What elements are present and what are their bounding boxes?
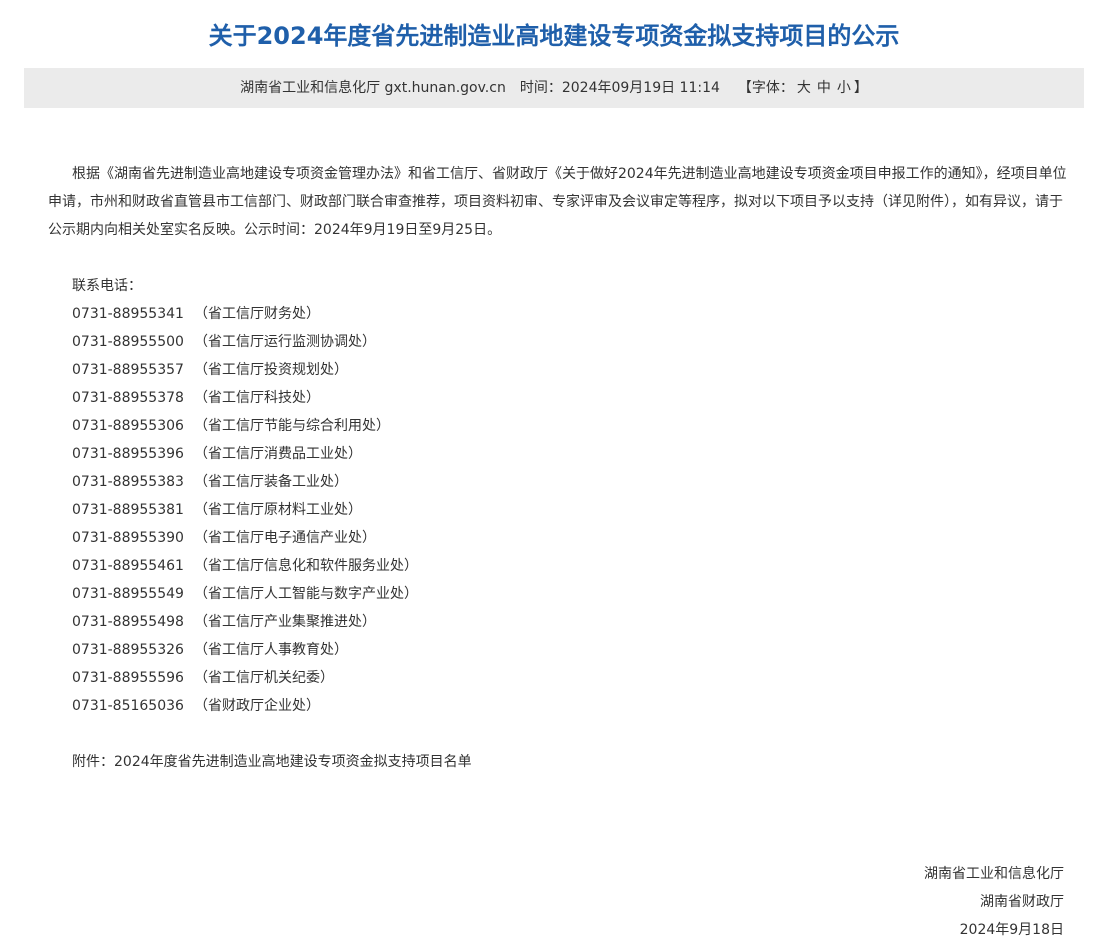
contact-phone: 0731-88955498 [72,614,184,630]
contact-dept: （省财政厅企业处） [193,698,320,714]
contact-dept: （省工信厅人事教育处） [193,642,348,658]
contact-phone: 0731-88955596 [72,670,184,686]
contact-phone: 0731-88955461 [72,558,184,574]
contact-dept: （省工信厅投资规划处） [193,362,348,378]
contact-row: 0731-88955341 （省工信厅财务处） [72,300,872,328]
contact-label: 联系电话： [72,278,142,294]
contact-row: 0731-88955357 （省工信厅投资规划处） [72,356,872,384]
contact-dept: （省工信厅节能与综合利用处） [193,418,390,434]
contact-row: 0731-88955461 （省工信厅信息化和软件服务业处） [72,552,872,580]
contact-phone: 0731-88955396 [72,446,184,462]
contact-dept: （省工信厅消费品工业处） [193,446,362,462]
source-text: 湖南省工业和信息化厅 gxt.hunan.gov.cn [240,80,506,96]
signature-org-1: 湖南省工业和信息化厅 [924,866,1064,882]
contact-dept: （省工信厅人工智能与数字产业处） [193,586,418,602]
contact-row: 0731-85165036 （省财政厅企业处） [72,692,872,720]
font-size-close: 】 [853,80,868,96]
contact-phone: 0731-88955357 [72,362,184,378]
contact-dept: （省工信厅财务处） [193,306,320,322]
contact-row: 0731-88955378 （省工信厅科技处） [72,384,872,412]
contact-row: 0731-88955381 （省工信厅原材料工业处） [72,496,872,524]
contact-list: 联系电话： 0731-88955341 （省工信厅财务处） 0731-889555… [72,272,872,720]
signature-block: 湖南省工业和信息化厅 湖南省财政厅 2024年9月18日 [924,860,1064,944]
contact-phone: 0731-88955326 [72,642,184,658]
contact-row: 0731-88955326 （省工信厅人事教育处） [72,636,872,664]
contact-row: 0731-88955383 （省工信厅装备工业处） [72,468,872,496]
contact-phone: 0731-88955390 [72,530,184,546]
article-paragraph: 根据《湖南省先进制造业高地建设专项资金管理办法》和省工信厅、省财政厅《关于做好2… [48,166,1067,238]
contact-phone: 0731-88955381 [72,502,184,518]
contact-row: 0731-88955596 （省工信厅机关纪委） [72,664,872,692]
publish-time: 2024年09月19日 11:14 [561,80,720,96]
signature-date: 2024年9月18日 [959,922,1064,938]
signature-org-2: 湖南省财政厅 [980,894,1064,910]
contact-row: 0731-88955390 （省工信厅电子通信产业处） [72,524,872,552]
contact-row: 0731-88955549 （省工信厅人工智能与数字产业处） [72,580,872,608]
contact-row: 0731-88955306 （省工信厅节能与综合利用处） [72,412,872,440]
contact-dept: （省工信厅机关纪委） [193,670,334,686]
attachment-line: 附件：2024年度省先进制造业高地建设专项资金拟支持项目名单 [72,748,472,776]
contact-phone: 0731-88955500 [72,334,184,350]
contact-dept: （省工信厅信息化和软件服务业处） [193,558,418,574]
font-size-small-button[interactable]: 小 [834,68,854,108]
contact-row: 0731-88955396 （省工信厅消费品工业处） [72,440,872,468]
page-title: 关于2024年度省先进制造业高地建设专项资金拟支持项目的公示 [208,22,900,50]
contact-dept: （省工信厅电子通信产业处） [193,530,376,546]
contact-phone: 0731-88955378 [72,390,184,406]
attachment-label: 附件： [72,754,114,770]
font-size-open: 【字体： [737,80,794,96]
contact-phone: 0731-88955383 [72,474,184,490]
contact-dept: （省工信厅原材料工业处） [193,502,362,518]
contact-row: 0731-88955500 （省工信厅运行监测协调处） [72,328,872,356]
contact-phone: 0731-85165036 [72,698,184,714]
contact-phone: 0731-88955306 [72,418,184,434]
font-size-large-button[interactable]: 大 [794,68,814,108]
contact-dept: （省工信厅装备工业处） [193,474,348,490]
article-meta-bar: 湖南省工业和信息化厅 gxt.hunan.gov.cn 时间：2024年09月19… [24,68,1084,108]
contact-phone: 0731-88955549 [72,586,184,602]
contact-row: 0731-88955498 （省工信厅产业集聚推进处） [72,608,872,636]
attachment-link[interactable]: 2024年度省先进制造业高地建设专项资金拟支持项目名单 [114,754,472,770]
contact-dept: （省工信厅科技处） [193,390,320,406]
contact-dept: （省工信厅产业集聚推进处） [193,614,376,630]
font-size-medium-button[interactable]: 中 [814,68,834,108]
time-label: 时间： [519,80,562,96]
contact-dept: （省工信厅运行监测协调处） [193,334,376,350]
contact-phone: 0731-88955341 [72,306,184,322]
